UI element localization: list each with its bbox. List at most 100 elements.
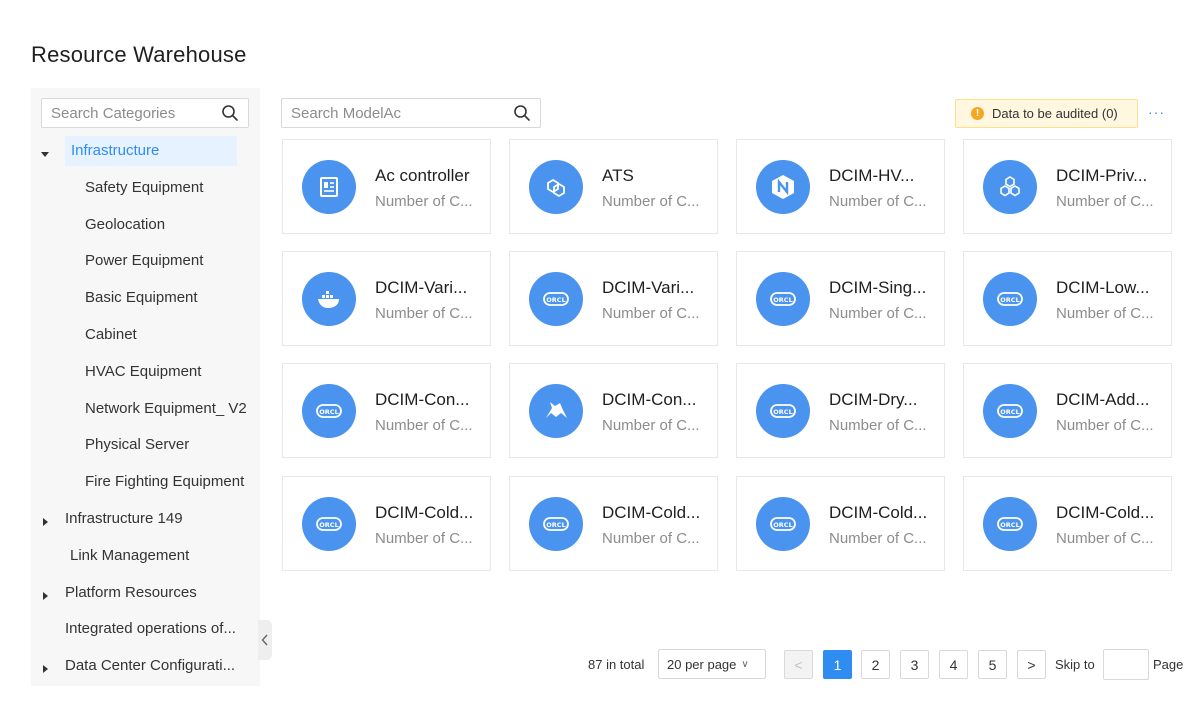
caret-right-icon[interactable] xyxy=(40,588,50,600)
model-card-name: DCIM-Dry... xyxy=(829,390,918,409)
model-card[interactable]: ORCL DCIM-Con... Number of C... xyxy=(282,363,491,458)
per-page-select[interactable]: 20 per page ∨ xyxy=(658,649,766,679)
model-card[interactable]: ORCL DCIM-Dry... Number of C... xyxy=(736,363,945,458)
search-icon[interactable] xyxy=(221,104,239,122)
tree-item[interactable]: Fire Fighting Equipment xyxy=(31,467,250,497)
model-card[interactable]: ORCL DCIM-Sing... Number of C... xyxy=(736,251,945,346)
skip-to-page-input[interactable] xyxy=(1103,649,1149,680)
model-card[interactable]: ORCL DCIM-Cold... Number of C... xyxy=(282,476,491,571)
svg-text:ORCL: ORCL xyxy=(546,296,565,304)
model-card[interactable]: ORCL DCIM-Vari... Number of C... xyxy=(509,251,718,346)
tree-item[interactable]: Safety Equipment xyxy=(31,173,209,203)
page-label: Page xyxy=(1153,657,1184,672)
total-count: 87 in total xyxy=(588,657,645,672)
tree-item-label: Infrastructure xyxy=(65,136,237,166)
model-card[interactable]: ORCL DCIM-Cold... Number of C... xyxy=(963,476,1172,571)
tree-item-label: Power Equipment xyxy=(85,252,204,270)
tree-item[interactable]: Data Center Configurati... xyxy=(31,651,241,681)
model-card-count: Number of C... xyxy=(602,530,700,547)
sidebar-collapse-handle[interactable] xyxy=(258,620,272,660)
model-card-name: DCIM-Cold... xyxy=(602,503,701,522)
svg-text:ORCL: ORCL xyxy=(773,296,792,304)
tree-item[interactable]: Basic Equipment xyxy=(31,283,204,313)
model-search-box[interactable] xyxy=(281,98,541,128)
page-button[interactable]: 4 xyxy=(939,650,968,679)
model-card[interactable]: ORCL DCIM-Cold... Number of C... xyxy=(736,476,945,571)
caret-down-icon[interactable] xyxy=(40,146,50,157)
model-card-name: DCIM-Add... xyxy=(1056,390,1150,409)
model-card[interactable]: DCIM-Con... Number of C... xyxy=(509,363,718,458)
tree-item-label: Safety Equipment xyxy=(85,178,204,196)
model-card-name: Ac controller xyxy=(375,166,470,185)
model-card[interactable]: ORCL DCIM-Add... Number of C... xyxy=(963,363,1172,458)
page-button[interactable]: 1 xyxy=(823,650,852,679)
model-card-count: Number of C... xyxy=(1056,417,1154,434)
model-card-count: Number of C... xyxy=(1056,305,1154,322)
search-icon[interactable] xyxy=(513,104,531,122)
oracle-icon: ORCL xyxy=(756,384,810,438)
model-card-count: Number of C... xyxy=(602,417,700,434)
tree-item[interactable]: Link Management xyxy=(31,541,195,571)
model-card[interactable]: Ac controller Number of C... xyxy=(282,139,491,234)
model-card-count: Number of C... xyxy=(602,305,700,322)
tree-item[interactable]: Cabinet xyxy=(31,320,143,350)
svg-text:ORCL: ORCL xyxy=(319,521,338,529)
page-button[interactable]: 3 xyxy=(900,650,929,679)
tree-item[interactable]: Integrated operations of... xyxy=(31,614,242,644)
svg-text:ORCL: ORCL xyxy=(319,408,338,416)
model-card-name: DCIM-Vari... xyxy=(375,278,468,297)
tree-item[interactable]: Network Equipment_ V2 xyxy=(31,394,253,424)
chevron-left-icon xyxy=(261,634,268,646)
tree-item[interactable]: Geolocation xyxy=(31,210,171,240)
tree-item[interactable]: HVAC Equipment xyxy=(31,357,207,387)
tree-item-label: Infrastructure 149 xyxy=(65,510,183,527)
model-card-grid: Ac controller Number of C... ATS Number of … xyxy=(282,139,1172,571)
svg-text:ORCL: ORCL xyxy=(546,521,565,529)
tree-item[interactable]: Infrastructure xyxy=(31,136,237,166)
tree-item-label: Integrated operations of... xyxy=(65,620,236,638)
tree-item-label: HVAC Equipment xyxy=(85,362,202,380)
oracle-icon: ORCL xyxy=(983,497,1037,551)
oracle-icon: ORCL xyxy=(302,497,356,551)
model-card-count: Number of C... xyxy=(375,193,473,210)
page-button[interactable]: 5 xyxy=(978,650,1007,679)
model-card-name: DCIM-Cold... xyxy=(375,503,474,522)
model-card[interactable]: DCIM-HV... Number of C... xyxy=(736,139,945,234)
model-card[interactable]: ORCL DCIM-Cold... Number of C... xyxy=(509,476,718,571)
prev-page-button[interactable]: < xyxy=(784,650,813,679)
model-card[interactable]: ORCL DCIM-Low... Number of C... xyxy=(963,251,1172,346)
model-card-count: Number of C... xyxy=(829,193,927,210)
page-button[interactable]: 2 xyxy=(861,650,890,679)
model-card-count: Number of C... xyxy=(1056,530,1154,547)
audit-pending-button[interactable]: ! Data to be audited (0) xyxy=(955,99,1138,128)
model-card-count: Number of C... xyxy=(829,530,927,547)
model-card[interactable]: DCIM-Priv... Number of C... xyxy=(963,139,1172,234)
controller-icon xyxy=(302,160,356,214)
tree-item[interactable]: Power Equipment xyxy=(31,246,209,276)
more-options-button[interactable]: ··· xyxy=(1148,104,1168,120)
category-search-input[interactable] xyxy=(42,99,212,127)
tree-item-label: Network Equipment_ V2 xyxy=(85,399,247,417)
tree-item-label: Basic Equipment xyxy=(85,289,198,307)
next-page-button[interactable]: > xyxy=(1017,650,1046,679)
model-card[interactable]: DCIM-Vari... Number of C... xyxy=(282,251,491,346)
category-sidebar: Infrastructure Safety Equipment Geolocatio… xyxy=(31,88,260,686)
tree-item-label: Physical Server xyxy=(85,436,190,454)
category-search-box[interactable] xyxy=(41,98,249,128)
model-card-name: DCIM-HV... xyxy=(829,166,915,185)
chevron-down-icon: ∨ xyxy=(741,658,749,670)
model-card-count: Number of C... xyxy=(602,193,700,210)
svg-text:ORCL: ORCL xyxy=(1000,296,1019,304)
caret-right-icon[interactable] xyxy=(40,514,50,526)
model-search-input[interactable] xyxy=(282,99,502,127)
tree-item-label: Cabinet xyxy=(85,326,137,343)
model-card[interactable]: ATS Number of C... xyxy=(509,139,718,234)
caret-right-icon[interactable] xyxy=(40,661,50,674)
tree-item[interactable]: Physical Server xyxy=(31,430,195,460)
model-card-name: DCIM-Low... xyxy=(1056,278,1150,297)
tree-item[interactable]: Infrastructure 149 xyxy=(31,504,189,534)
model-card-name: DCIM-Cold... xyxy=(829,503,928,522)
model-card-name: DCIM-Con... xyxy=(602,390,697,409)
oracle-icon: ORCL xyxy=(983,384,1037,438)
tree-item[interactable]: Platform Resources xyxy=(31,578,203,608)
